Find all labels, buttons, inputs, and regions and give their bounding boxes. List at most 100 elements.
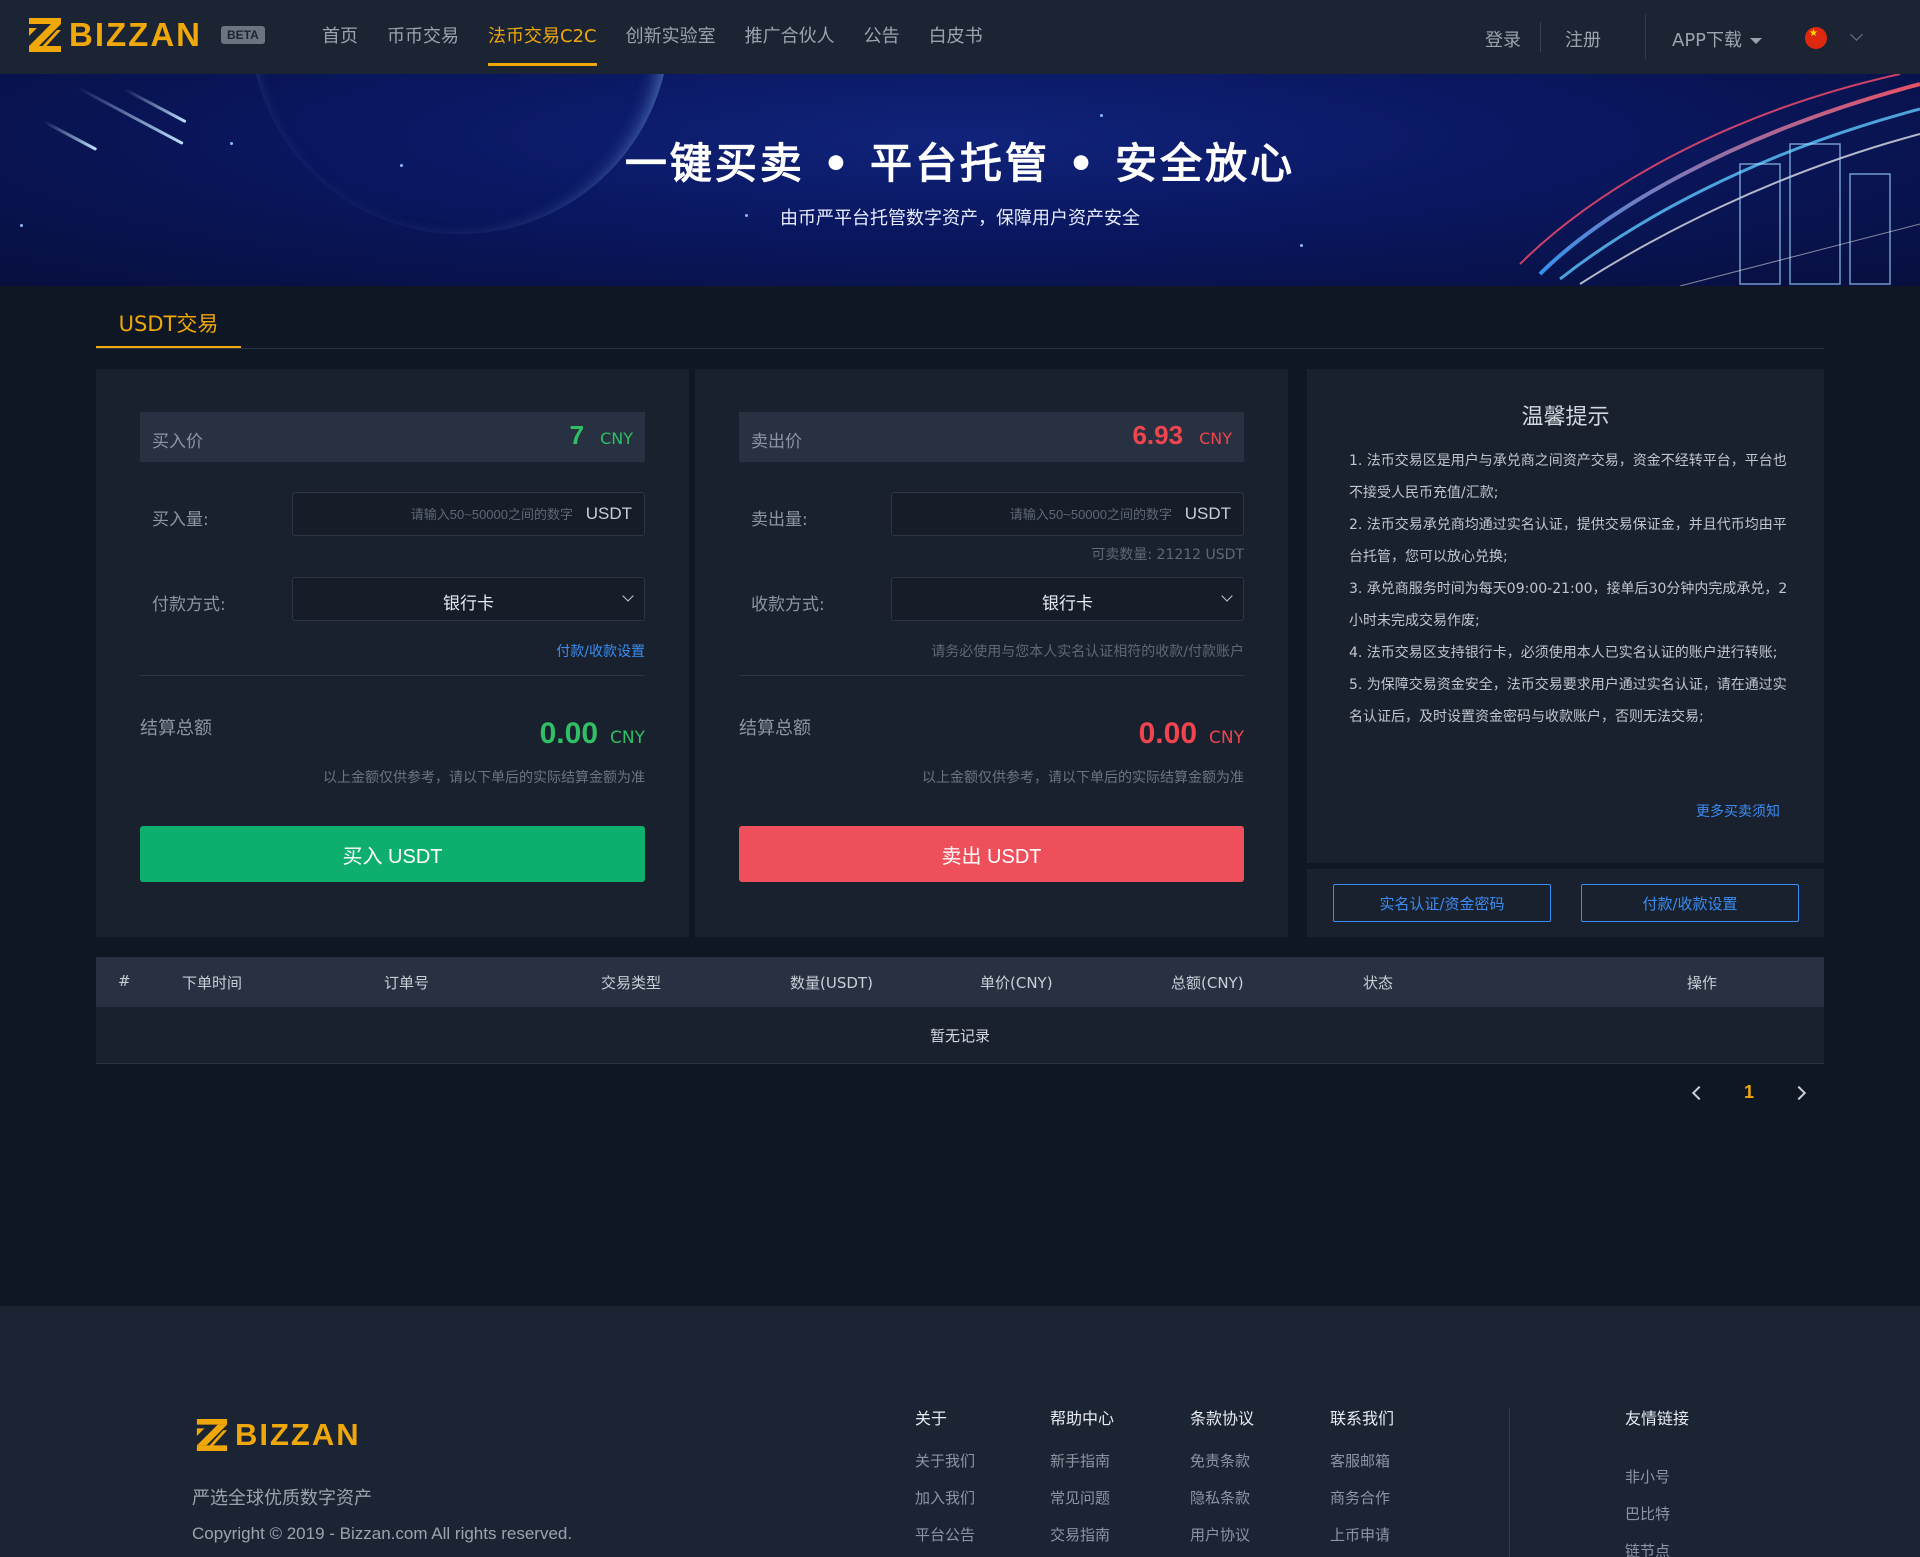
realname-verify-button[interactable]: 实名认证/资金密码 (1333, 884, 1551, 922)
footer: BIZZAN 严选全球优质数字资产 Copyright © 2019 - Biz… (0, 1306, 1920, 1557)
buy-price-unit: CNY (600, 429, 633, 448)
header-divider (1645, 14, 1646, 60)
footer-slogan: 严选全球优质数字资产 (192, 1488, 372, 1509)
pagination: 1 (1674, 1082, 1824, 1103)
footer-logo[interactable]: BIZZAN (195, 1417, 361, 1453)
star-graphic (1100, 114, 1103, 117)
page-number[interactable]: 1 (1744, 1082, 1754, 1103)
receive-method-value: 银行卡 (1042, 594, 1093, 614)
buy-amount-input[interactable] (303, 501, 573, 527)
footer-column-help: 帮助中心 新手指南 常见问题 交易指南 (1050, 1408, 1160, 1557)
more-trade-notes-link[interactable]: 更多买卖须知 (1696, 801, 1780, 821)
footer-column-terms: 条款协议 免责条款 隐私条款 用户协议 (1190, 1408, 1300, 1557)
nav-innovation-lab[interactable]: 创新实验室 (626, 0, 716, 74)
tab-usdt-trade[interactable]: USDT交易 (96, 308, 241, 348)
chevron-right-icon[interactable] (1791, 1085, 1807, 1100)
buy-price-label: 买入价 (152, 432, 203, 452)
buy-usdt-button[interactable]: 买入 USDT (140, 826, 645, 882)
sell-amount-input[interactable] (902, 501, 1172, 527)
nav-whitepaper[interactable]: 白皮书 (929, 0, 983, 74)
orders-table: # 下单时间 订单号 交易类型 数量(USDT) 单价(CNY) 总额(CNY)… (96, 957, 1824, 1064)
hero-banner: 一键买卖 • 平台托管 • 安全放心 由币严平台托管数字资产，保障用户资产安全 (0, 74, 1920, 286)
nav-announcements[interactable]: 公告 (864, 0, 900, 74)
footer-link[interactable]: 上币申请 (1330, 1524, 1440, 1557)
footer-link[interactable]: 链节点 (1625, 1540, 1695, 1557)
column-header: 交易类型 (601, 974, 662, 992)
footer-link[interactable]: 关于我们 (915, 1450, 1025, 1487)
column-header: 状态 (1363, 974, 1394, 992)
buy-total-value: 0.00 (539, 717, 599, 750)
footer-link[interactable]: 非小号 (1625, 1466, 1695, 1503)
sell-price-value: 6.93 (1132, 420, 1184, 450)
tip-item: 5. 为保障交易资金安全，法币交易要求用户通过实名认证，请在通过实名认证后，及时… (1349, 677, 1787, 725)
footer-link[interactable]: 巴比特 (1625, 1503, 1695, 1540)
main-nav: 首页 币币交易 法币交易C2C 创新实验室 推广合伙人 公告 白皮书 (322, 0, 1012, 74)
app-download-label: APP下载 (1672, 30, 1743, 51)
login-link[interactable]: 登录 (1485, 26, 1521, 52)
china-flag-icon[interactable] (1805, 27, 1827, 49)
tip-item: 1. 法币交易区是用户与承兑商之间资产交易，资金不经转平台，平台也不接受人民币充… (1349, 453, 1787, 501)
receive-method-select[interactable]: 银行卡 (891, 577, 1244, 621)
sell-amount-label: 卖出量: (751, 510, 808, 530)
footer-column-contact: 联系我们 客服邮箱 商务合作 上币申请 (1330, 1408, 1440, 1557)
available-amount: 可卖数量: 21212 USDT (1091, 547, 1244, 563)
column-header: 单价(CNY) (980, 974, 1053, 992)
banner-title: 一键买卖 • 平台托管 • 安全放心 (624, 139, 1296, 188)
footer-link[interactable]: 用户协议 (1190, 1524, 1300, 1557)
logo-text: BIZZAN (69, 16, 202, 53)
column-header: 订单号 (384, 974, 430, 992)
footer-link[interactable]: 常见问题 (1050, 1487, 1160, 1524)
footer-column-title: 条款协议 (1190, 1409, 1255, 1428)
receive-method-hint: 请务必使用与您本人实名认证相符的收款/付款账户 (931, 644, 1244, 660)
sell-price-box: 卖出价 6.93 CNY (739, 412, 1244, 462)
nav-c2c[interactable]: 法币交易C2C (488, 0, 597, 74)
footer-link[interactable]: 隐私条款 (1190, 1487, 1300, 1524)
tips-title: 温馨提示 (1521, 405, 1610, 430)
footer-link[interactable]: 免责条款 (1190, 1450, 1300, 1487)
footer-link[interactable]: 客服邮箱 (1330, 1450, 1440, 1487)
footer-link[interactable]: 交易指南 (1050, 1524, 1160, 1557)
tip-item: 2. 法币交易承兑商均通过实名认证，提供交易保证金，并且代币均由平台托管，您可以… (1349, 517, 1787, 565)
sell-amount-field: USDT (891, 492, 1244, 536)
chevron-left-icon[interactable] (1691, 1085, 1707, 1100)
footer-column-title: 友情链接 (1625, 1409, 1690, 1428)
payment-method-select[interactable]: 银行卡 (292, 577, 645, 621)
beta-badge: BETA (221, 26, 265, 44)
sell-price-unit: CNY (1199, 429, 1232, 448)
caret-down-icon (1750, 38, 1763, 44)
buy-amount-label: 买入量: (152, 510, 209, 530)
footer-link[interactable]: 平台公告 (915, 1524, 1025, 1557)
footer-link[interactable]: 加入我们 (915, 1487, 1025, 1524)
payment-method-value: 银行卡 (443, 594, 494, 614)
payment-settings-button[interactable]: 付款/收款设置 (1581, 884, 1799, 922)
sell-amount-unit: USDT (1184, 504, 1231, 523)
payment-settings-link[interactable]: 付款/收款设置 (556, 641, 645, 661)
bizzan-logo-icon (29, 18, 61, 52)
buy-price-value: 7 (569, 420, 585, 450)
nav-home[interactable]: 首页 (322, 0, 358, 74)
chevron-down-icon[interactable] (1850, 28, 1863, 41)
top-navbar: BIZZAN BETA 首页 币币交易 法币交易C2C 创新实验室 推广合伙人 … (0, 0, 1920, 74)
footer-column-friends: 友情链接 非小号 巴比特 链节点 (1625, 1408, 1695, 1557)
site-logo[interactable]: BIZZAN (27, 16, 202, 54)
nav-spot-trading[interactable]: 币币交易 (387, 0, 459, 74)
footer-divider (1509, 1408, 1510, 1557)
buy-total-unit: CNY (610, 728, 645, 748)
sell-usdt-button[interactable]: 卖出 USDT (739, 826, 1244, 882)
footer-link[interactable]: 商务合作 (1330, 1487, 1440, 1524)
buy-panel: 买入价 7 CNY 买入量: USDT 付款方式: 银行卡 付款/收款设置 结算… (96, 369, 689, 937)
register-link[interactable]: 注册 (1565, 26, 1601, 52)
footer-logo-text: BIZZAN (235, 1417, 361, 1452)
column-header: 数量(USDT) (790, 974, 873, 992)
tips-actions: 实名认证/资金密码 付款/收款设置 (1307, 869, 1824, 937)
app-download-menu[interactable]: APP下载 (1672, 26, 1763, 52)
footer-column-title: 关于 (915, 1409, 948, 1428)
nav-partner[interactable]: 推广合伙人 (745, 0, 835, 74)
panel-divider (739, 675, 1244, 676)
column-header: 下单时间 (182, 974, 243, 992)
panel-divider (140, 675, 645, 676)
table-header: # 下单时间 订单号 交易类型 数量(USDT) 单价(CNY) 总额(CNY)… (96, 957, 1824, 1007)
star-graphic (1300, 244, 1303, 247)
sell-total-label: 结算总额 (739, 718, 811, 739)
footer-link[interactable]: 新手指南 (1050, 1450, 1160, 1487)
